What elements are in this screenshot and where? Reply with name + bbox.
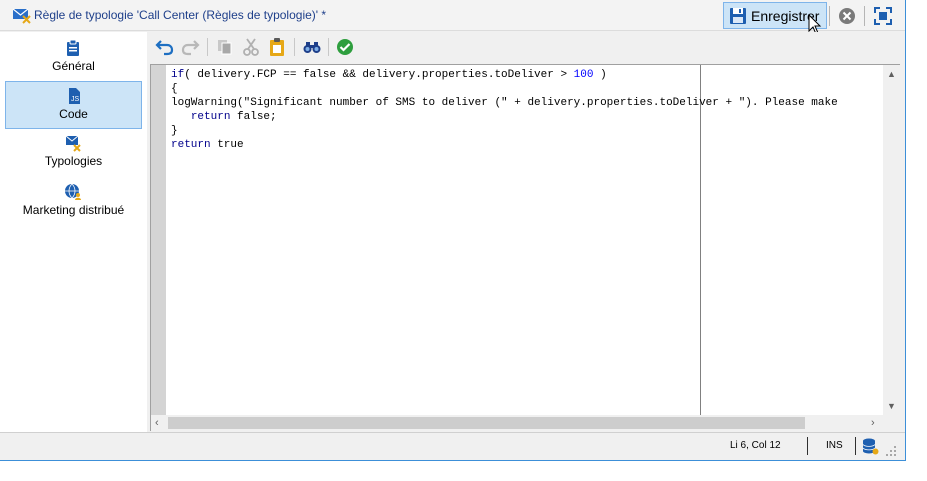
code-editor[interactable]: if( delivery.FCP == false && delivery.pr… bbox=[150, 64, 900, 431]
undo-icon[interactable] bbox=[155, 37, 175, 57]
save-button[interactable]: Enregistrer bbox=[723, 2, 827, 29]
title-bar: Règle de typologie 'Call Center (Règles … bbox=[0, 0, 905, 35]
vertical-scrollbar[interactable]: ▲ ▼ bbox=[883, 65, 900, 415]
scroll-right-icon[interactable]: › bbox=[871, 417, 875, 429]
sidebar-item-label: Typologies bbox=[44, 154, 103, 168]
code-line-1: if( delivery.FCP == false && delivery.pr… bbox=[171, 69, 607, 81]
resize-grip-icon[interactable] bbox=[885, 445, 897, 457]
copy-icon[interactable] bbox=[215, 37, 235, 57]
globe-user-icon bbox=[65, 183, 81, 200]
cut-icon[interactable] bbox=[241, 37, 261, 57]
status-separator bbox=[855, 437, 856, 455]
scroll-up-icon[interactable]: ▲ bbox=[887, 69, 896, 79]
database-icon[interactable] bbox=[861, 437, 879, 455]
svg-text:JS: JS bbox=[71, 96, 80, 103]
status-bar: Li 6, Col 12 INS bbox=[0, 432, 905, 460]
horizontal-scroll-thumb[interactable] bbox=[168, 417, 805, 429]
typology-icon bbox=[65, 135, 81, 152]
sidebar-item-general[interactable]: Général bbox=[5, 34, 142, 82]
find-icon[interactable] bbox=[302, 37, 322, 57]
paste-icon[interactable] bbox=[267, 37, 287, 57]
cursor-position: Li 6, Col 12 bbox=[730, 440, 781, 451]
typology-rule-window: Règle de typologie 'Call Center (Règles … bbox=[0, 0, 906, 461]
editor-gutter bbox=[151, 65, 166, 415]
sidebar-item-code[interactable]: JS Code bbox=[5, 81, 142, 129]
code-line-6: return true bbox=[171, 139, 244, 151]
clipboard-icon bbox=[67, 39, 79, 56]
floppy-disk-icon bbox=[730, 7, 746, 24]
code-line-5: } bbox=[171, 125, 178, 137]
sidebar-item-distributed-marketing[interactable]: Marketing distribué bbox=[5, 178, 142, 226]
code-line-4: return false; bbox=[190, 111, 277, 123]
close-icon[interactable] bbox=[837, 6, 857, 26]
title-separator bbox=[829, 6, 830, 26]
insert-mode: INS bbox=[826, 440, 843, 451]
code-line-3: logWarning("Significant number of SMS to… bbox=[171, 97, 838, 109]
scroll-left-icon[interactable]: ‹ bbox=[155, 417, 159, 429]
sidebar-item-label: Marketing distribué bbox=[22, 203, 125, 217]
window-title: Règle de typologie 'Call Center (Règles … bbox=[34, 8, 327, 22]
code-content[interactable]: if( delivery.FCP == false && delivery.pr… bbox=[171, 68, 838, 152]
title-separator bbox=[864, 6, 865, 26]
editor-toolbar bbox=[150, 32, 900, 60]
code-line-2: { bbox=[171, 83, 178, 95]
redo-icon[interactable] bbox=[180, 37, 200, 57]
code-file-icon: JS bbox=[69, 88, 80, 104]
save-button-label: Enregistrer bbox=[751, 7, 820, 24]
sidebar-item-label: Code bbox=[59, 107, 88, 121]
maximize-icon[interactable] bbox=[872, 5, 894, 27]
sidebar: Général JS Code Typologies Marketing dis… bbox=[0, 32, 147, 432]
status-separator bbox=[807, 437, 808, 455]
typology-rule-icon bbox=[12, 8, 31, 24]
scrollbar-corner bbox=[883, 415, 900, 431]
validate-icon[interactable] bbox=[335, 37, 355, 57]
sidebar-item-label: Général bbox=[52, 59, 95, 73]
toolbar-separator bbox=[207, 38, 208, 56]
toolbar-separator bbox=[328, 38, 329, 56]
horizontal-scrollbar[interactable]: ‹ › bbox=[151, 415, 883, 431]
toolbar-separator bbox=[294, 38, 295, 56]
scroll-down-icon[interactable]: ▼ bbox=[887, 401, 896, 411]
sidebar-item-typologies[interactable]: Typologies bbox=[5, 129, 142, 177]
